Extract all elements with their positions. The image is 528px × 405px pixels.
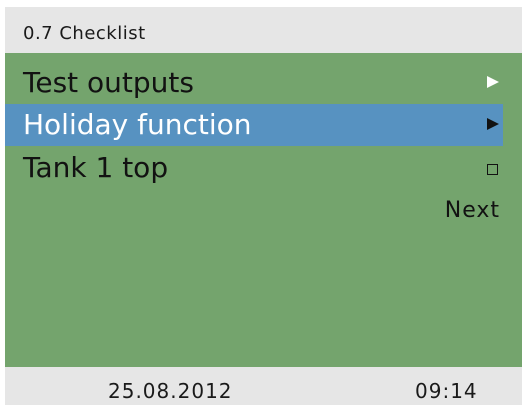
menu-item-label: Holiday function	[23, 108, 252, 141]
menu-panel: Test outputs Holiday function Tank 1 top…	[5, 53, 522, 367]
next-button[interactable]: Next	[445, 197, 500, 225]
menu-item-tank-1-top[interactable]: Tank 1 top	[5, 147, 503, 189]
menu-item-label: Test outputs	[23, 66, 194, 99]
menu-item-holiday-function[interactable]: Holiday function	[5, 104, 503, 146]
device-screen: 0.7 Checklist Test outputs Holiday funct…	[5, 7, 522, 405]
menu-item-label: Tank 1 top	[23, 151, 169, 184]
checkbox-unchecked-icon[interactable]	[487, 164, 498, 175]
arrow-right-icon	[487, 76, 499, 88]
page-title: 0.7 Checklist	[23, 23, 146, 44]
arrow-right-icon	[487, 118, 499, 130]
menu-item-test-outputs[interactable]: Test outputs	[5, 62, 503, 104]
status-date: 25.08.2012	[108, 379, 233, 403]
header-bar: 0.7 Checklist	[5, 7, 522, 53]
status-time: 09:14	[415, 379, 478, 403]
status-bar: 25.08.2012 09:14	[5, 367, 522, 405]
